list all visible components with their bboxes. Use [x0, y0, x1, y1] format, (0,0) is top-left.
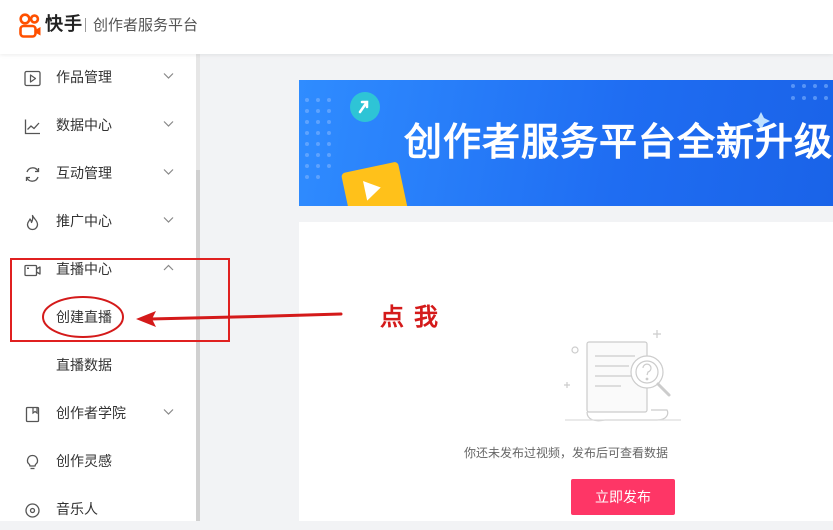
sidebar-item-interaction[interactable]: 互动管理: [0, 154, 196, 194]
sidebar-item-label: 音乐人: [56, 502, 98, 518]
chevron-down-icon: [163, 217, 174, 223]
promo-banner[interactable]: 创作者服务平台全新升级: [299, 80, 833, 206]
chevron-down-icon: [163, 73, 174, 79]
play-square-icon: [24, 70, 41, 87]
sidebar-item-label: 创作者学院: [56, 406, 126, 422]
sidebar-item-label: 作品管理: [56, 70, 112, 86]
kuaishou-logo-icon[interactable]: [18, 13, 42, 39]
platform-subtitle: 创作者服务平台: [93, 16, 199, 34]
chevron-down-icon: [163, 409, 174, 415]
music-disc-icon: [25, 503, 40, 518]
sidebar-item-works[interactable]: 作品管理: [0, 58, 196, 98]
sidebar-item-label: 推广中心: [56, 214, 112, 230]
brand-name: 快手: [45, 14, 83, 35]
sidebar-item-label: 创作灵感: [56, 454, 112, 470]
banner-title: 创作者服务平台全新升级: [404, 120, 833, 164]
chevron-down-icon: [163, 121, 174, 127]
annotation-highlight-box: [10, 258, 230, 342]
sidebar-item-data[interactable]: 数据中心: [0, 106, 196, 146]
sidebar-item-label: 数据中心: [56, 118, 112, 134]
header-divider: [85, 18, 86, 32]
sidebar-item-musician[interactable]: 音乐人: [0, 490, 196, 530]
sidebar-item-inspiration[interactable]: 创作灵感: [0, 442, 196, 482]
sidebar-item-label: 互动管理: [56, 166, 112, 182]
empty-state-message: 你还未发布过视频，发布后可查看数据: [463, 446, 668, 460]
sidebar-item-promotion[interactable]: 推广中心: [0, 202, 196, 242]
publish-now-button[interactable]: 立即发布: [571, 479, 675, 515]
sidebar-subitem-label: 直播数据: [56, 358, 112, 374]
book-icon: [25, 406, 40, 423]
lightbulb-icon: [26, 454, 39, 470]
content-card: 你还未发布过视频，发布后可查看数据 立即发布: [299, 222, 833, 521]
interaction-icon: [25, 167, 40, 182]
top-header: 快手 创作者服务平台: [0, 0, 833, 54]
annotation-click-me-text: 点我: [380, 302, 448, 331]
sidebar-subitem-live-data[interactable]: 直播数据: [0, 348, 196, 384]
sidebar-scrollbar-thumb[interactable]: [196, 170, 200, 521]
empty-state-illustration-icon: [564, 330, 681, 422]
line-chart-icon: [24, 119, 40, 135]
chevron-down-icon: [163, 169, 174, 175]
flame-icon: [26, 214, 39, 231]
sidebar-item-academy[interactable]: 创作者学院: [0, 394, 196, 434]
